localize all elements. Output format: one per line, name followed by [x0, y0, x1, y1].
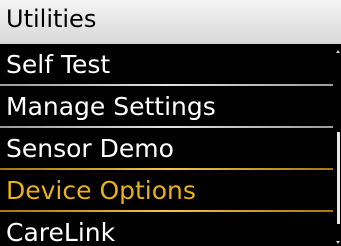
- utilities-menu: Self Test Manage Settings Sensor Demo De…: [0, 44, 341, 246]
- menu-item-sensor-demo[interactable]: Sensor Demo: [0, 128, 333, 168]
- menu-item-label: Sensor Demo: [6, 134, 174, 163]
- scroll-down-icon: [336, 241, 340, 244]
- menu-item-label: Device Options: [6, 176, 196, 205]
- scrollbar[interactable]: [335, 48, 341, 246]
- page-title: Utilities: [6, 5, 97, 33]
- screen-header: Utilities: [0, 0, 341, 44]
- scroll-up-icon: [336, 50, 340, 53]
- menu-item-label: CareLink: [6, 218, 116, 246]
- menu-item-self-test[interactable]: Self Test: [0, 44, 333, 84]
- menu-item-label: Manage Settings: [6, 92, 216, 121]
- menu-item-carelink[interactable]: CareLink: [0, 212, 333, 246]
- device-screen: Utilities Self Test Manage Settings Sens…: [0, 0, 341, 246]
- menu-item-manage-settings[interactable]: Manage Settings: [0, 86, 333, 126]
- menu-item-label: Self Test: [6, 50, 111, 79]
- scroll-thumb[interactable]: [337, 132, 340, 224]
- menu-item-device-options[interactable]: Device Options: [0, 170, 333, 210]
